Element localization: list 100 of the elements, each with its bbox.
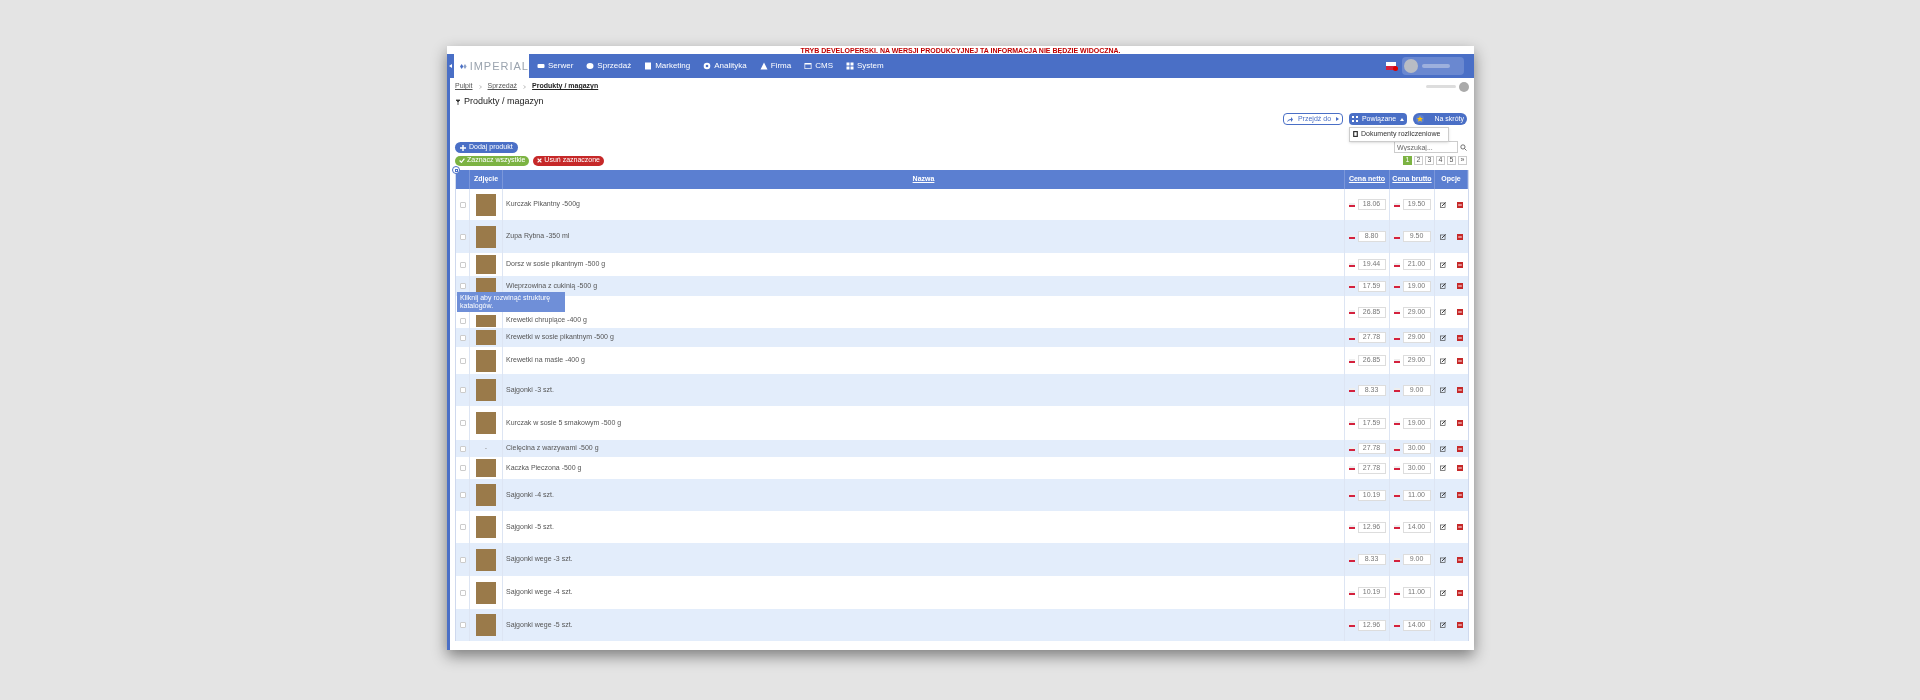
delete-icon[interactable] <box>1456 233 1463 240</box>
flag-icon <box>1348 446 1355 451</box>
row-checkbox[interactable] <box>459 622 466 628</box>
diamond-logo-icon <box>460 61 467 71</box>
delete-icon[interactable] <box>1456 283 1463 289</box>
delete-icon[interactable] <box>1456 420 1463 426</box>
flag-icon <box>1348 262 1355 267</box>
search-icon <box>1460 143 1467 151</box>
photo-placeholder <box>476 484 496 506</box>
row-checkbox[interactable] <box>459 492 466 498</box>
flag-icon <box>1393 388 1400 392</box>
flag-icon <box>1348 284 1355 288</box>
server-icon <box>537 62 545 70</box>
flag-icon <box>1393 234 1400 239</box>
photo-placeholder <box>476 255 496 274</box>
plus-icon <box>460 144 466 151</box>
row-checkbox[interactable] <box>459 357 466 364</box>
nav-item[interactable]: Marketing <box>644 62 691 70</box>
row-checkbox[interactable] <box>459 387 466 393</box>
row-checkbox[interactable] <box>459 524 466 530</box>
blurred-text <box>1426 85 1456 88</box>
caret-icon <box>1336 117 1339 121</box>
edit-icon[interactable] <box>1440 465 1447 471</box>
photo-placeholder <box>476 548 496 571</box>
edit-icon[interactable] <box>1440 334 1447 341</box>
row-checkbox[interactable] <box>459 420 466 426</box>
edit-icon[interactable] <box>1440 387 1447 393</box>
delete-icon[interactable] <box>1456 387 1463 393</box>
edit-icon[interactable] <box>1440 445 1447 452</box>
flag-icon <box>1393 202 1400 207</box>
delete-icon[interactable] <box>1456 524 1463 530</box>
nav-item[interactable]: Sprzedaż <box>586 62 632 70</box>
edit-icon[interactable] <box>1440 357 1447 364</box>
photo-placeholder <box>476 412 496 434</box>
row-checkbox[interactable] <box>459 233 466 240</box>
flag-icon[interactable] <box>1386 62 1396 70</box>
flag-icon <box>1348 493 1355 497</box>
catalog-toggle[interactable] <box>452 166 460 174</box>
ring-icon <box>703 62 712 70</box>
delete-icon[interactable] <box>1456 309 1463 315</box>
edit-icon[interactable] <box>1440 556 1447 563</box>
delete-icon[interactable] <box>1456 261 1463 268</box>
delete-icon[interactable] <box>1456 201 1463 208</box>
nav-item[interactable]: Firma <box>759 62 792 70</box>
logo[interactable]: IMPERIAL <box>454 54 529 78</box>
photo-placeholder <box>476 225 496 248</box>
flag-icon <box>1393 421 1400 425</box>
flag-icon <box>1393 335 1400 340</box>
flag-icon <box>1393 358 1400 363</box>
flag-icon <box>1348 335 1355 340</box>
row-checkbox[interactable] <box>459 283 466 289</box>
photo-placeholder <box>476 315 496 327</box>
row-checkbox[interactable] <box>459 556 466 563</box>
edit-icon[interactable] <box>1440 233 1447 240</box>
flag-icon <box>1348 623 1355 627</box>
document-icon <box>1353 131 1358 138</box>
share-arrow-icon <box>1287 116 1293 122</box>
flag-icon <box>1393 557 1400 562</box>
check-icon <box>459 158 465 163</box>
row-checkbox[interactable] <box>459 445 466 452</box>
edit-icon[interactable] <box>1440 524 1447 530</box>
edit-icon[interactable] <box>1440 309 1447 315</box>
delete-icon[interactable] <box>1456 334 1463 341</box>
edit-icon[interactable] <box>1440 492 1447 498</box>
row-checkbox[interactable] <box>459 334 466 341</box>
flag-icon <box>1348 557 1355 562</box>
photo-placeholder <box>476 330 496 345</box>
delete-icon[interactable] <box>1456 556 1463 563</box>
flag-icon <box>1348 310 1355 314</box>
nodes-icon <box>1352 116 1358 122</box>
flag-icon <box>1393 590 1400 595</box>
edit-icon[interactable] <box>1440 420 1447 426</box>
edit-icon[interactable] <box>1440 201 1447 208</box>
photo-placeholder <box>476 459 496 477</box>
edit-icon[interactable] <box>1440 589 1447 596</box>
nav-item[interactable]: CMS <box>804 62 833 70</box>
delete-icon[interactable] <box>1456 589 1463 596</box>
star-icon <box>1416 115 1424 123</box>
row-checkbox[interactable] <box>459 201 466 208</box>
row-checkbox[interactable] <box>459 261 466 268</box>
nav-item[interactable]: System <box>845 62 884 70</box>
photo-placeholder <box>476 193 496 216</box>
delete-icon[interactable] <box>1456 492 1463 498</box>
row-checkbox[interactable] <box>459 465 466 471</box>
delete-icon[interactable] <box>1456 622 1463 628</box>
nav-item[interactable]: Analityka <box>703 62 747 70</box>
flag-icon <box>1393 493 1400 497</box>
nav-item[interactable]: Serwer <box>537 62 574 70</box>
edit-icon[interactable] <box>1440 283 1447 289</box>
delete-icon[interactable] <box>1456 465 1463 471</box>
user-avatar <box>1459 81 1469 92</box>
flag-icon <box>1348 358 1355 363</box>
photo-placeholder <box>476 516 496 538</box>
edit-icon[interactable] <box>1440 261 1447 268</box>
caret-icon <box>449 64 452 68</box>
row-checkbox[interactable] <box>459 318 466 324</box>
delete-icon[interactable] <box>1456 357 1463 364</box>
row-checkbox[interactable] <box>459 589 466 596</box>
delete-icon[interactable] <box>1456 445 1463 452</box>
edit-icon[interactable] <box>1440 622 1447 628</box>
